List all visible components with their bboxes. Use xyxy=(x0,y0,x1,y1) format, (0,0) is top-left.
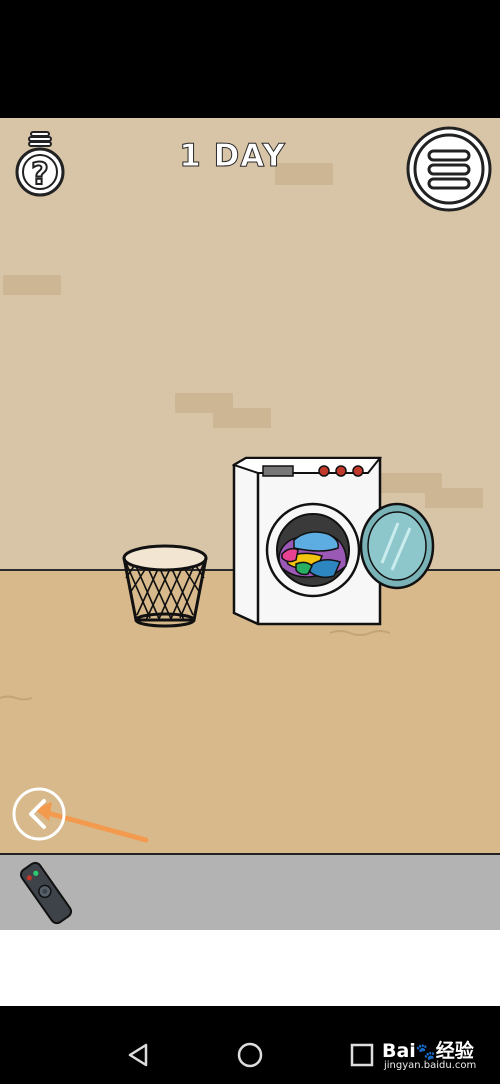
scene-art xyxy=(0,163,500,853)
nav-recents-button[interactable] xyxy=(347,1040,377,1070)
wall-bricks xyxy=(3,163,483,508)
watermark-url: jingyan.baidu.com xyxy=(384,1060,477,1071)
triangle-back-icon xyxy=(128,1043,148,1067)
back-button[interactable] xyxy=(11,786,67,842)
inventory-slot-1[interactable] xyxy=(10,857,82,929)
inventory-bar xyxy=(0,853,500,930)
chevron-left-icon xyxy=(12,787,66,841)
game-scene: ? xyxy=(0,118,500,853)
watermark-brand: Bai xyxy=(382,1040,416,1062)
nav-back-button[interactable] xyxy=(124,1040,154,1070)
status-bar xyxy=(0,0,500,118)
nav-home-button[interactable] xyxy=(235,1040,265,1070)
circle-home-icon xyxy=(237,1042,263,1068)
paw-icon: 🐾 xyxy=(415,1042,436,1061)
remote-control-icon xyxy=(19,861,73,925)
white-gap xyxy=(0,930,500,1006)
washer-door[interactable] xyxy=(359,502,435,590)
baidu-watermark: Bai🐾经验 xyxy=(382,1036,474,1063)
watermark-brand-suffix: 经验 xyxy=(435,1040,474,1062)
square-recents-icon xyxy=(350,1043,374,1067)
day-counter: 1 DAY xyxy=(179,138,286,175)
